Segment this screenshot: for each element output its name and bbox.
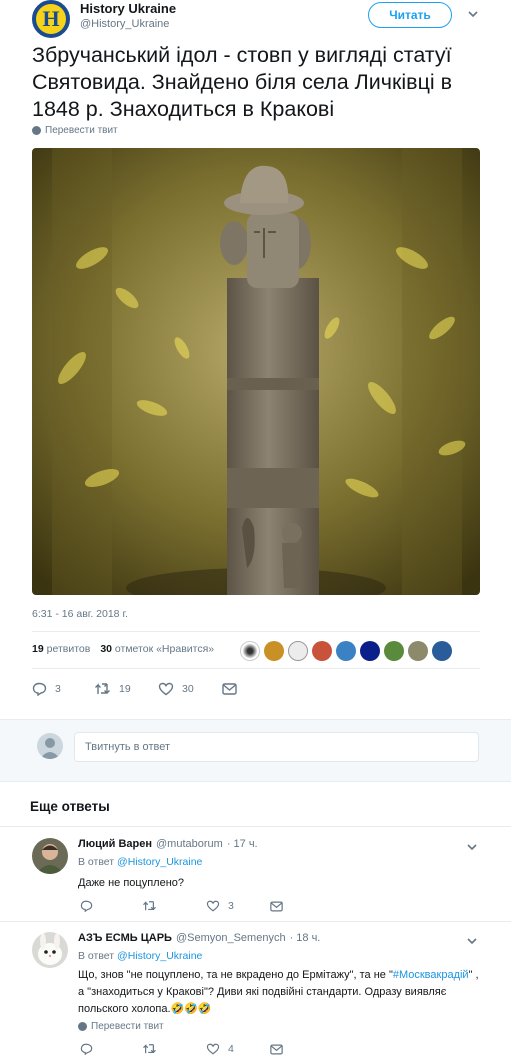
reply-avatar[interactable] [32, 932, 68, 968]
in-reply-to-handle[interactable]: @History_Ukraine [117, 856, 202, 868]
author-handle[interactable]: @History_Ukraine [80, 18, 169, 30]
reply-actions: 4 [80, 1043, 283, 1055]
liker-avatar[interactable] [288, 641, 308, 661]
reply-icon [80, 900, 93, 912]
chevron-down-icon[interactable] [465, 840, 479, 854]
liker-avatar[interactable] [432, 641, 452, 661]
heart-icon [206, 1043, 220, 1055]
liker-avatar[interactable] [240, 641, 260, 661]
liker-avatar[interactable] [384, 641, 404, 661]
translate-tweet-link[interactable]: Перевести твит [32, 125, 118, 136]
reply-header: Люций Варен @mutaborum · 17 ч. [78, 838, 258, 850]
chevron-down-icon[interactable] [466, 7, 480, 21]
reply-header: АЗЪ ЕСМЬ ЦАРЬ @Semyon_Semenych · 18 ч. [78, 932, 320, 944]
history-ukraine-logo: H [36, 4, 66, 34]
reply-icon [32, 682, 47, 696]
reply-avatar[interactable] [32, 838, 68, 874]
retweet-icon [94, 682, 111, 696]
reply-author-name[interactable]: АЗЪ ЕСМЬ ЦАРЬ [78, 932, 172, 944]
tweet-photo[interactable] [32, 148, 480, 595]
like-action[interactable]: 30 [158, 682, 222, 696]
heart-icon [206, 900, 220, 912]
tweet-stats: 19 ретвитов 30 отметок «Нравится» [32, 643, 214, 655]
mail-icon [270, 901, 283, 912]
like-action[interactable]: 4 [206, 1043, 270, 1055]
reply-text: Що, знов "не поцуплено, та не вкрадено д… [78, 969, 479, 1015]
reply-action[interactable] [80, 1043, 142, 1055]
author-avatar[interactable]: H [32, 0, 70, 38]
reply-action[interactable] [80, 900, 142, 912]
divider [32, 668, 480, 669]
tweet-actions: 3 19 30 [32, 682, 237, 696]
mail-icon [270, 1044, 283, 1055]
follow-button[interactable]: Читать [368, 2, 452, 28]
globe-icon [32, 126, 41, 135]
likers-avatars [240, 641, 452, 661]
reply-actions: 3 [80, 900, 283, 912]
liker-avatar[interactable] [312, 641, 332, 661]
chevron-down-icon[interactable] [465, 934, 479, 948]
reply-icon [80, 1043, 93, 1055]
retweet-action[interactable]: 19 [94, 682, 158, 696]
more-replies-title: Еще ответы [30, 799, 110, 814]
direct-message-action[interactable] [270, 1044, 283, 1055]
liker-avatar[interactable] [408, 641, 428, 661]
liker-avatar[interactable] [336, 641, 356, 661]
user-avatar [37, 733, 63, 759]
divider [32, 631, 480, 632]
reply-action[interactable]: 3 [32, 682, 94, 696]
mail-icon [222, 683, 237, 695]
tweet-timestamp[interactable]: 6:31 - 16 авг. 2018 г. [32, 608, 128, 620]
globe-icon [78, 1022, 87, 1031]
direct-message-action[interactable] [222, 683, 237, 695]
retweet-action[interactable] [142, 900, 206, 912]
retweet-icon [142, 1043, 157, 1055]
retweet-icon [142, 900, 157, 912]
reply-time[interactable]: · 18 ч. [290, 932, 321, 944]
hashtag-link[interactable]: #Москвакрадій [393, 969, 469, 981]
direct-message-action[interactable] [270, 901, 283, 912]
reply-input[interactable]: Твитнуть в ответ [74, 732, 479, 762]
reply-author-handle[interactable]: @mutaborum [156, 838, 223, 850]
translate-label: Перевести твит [45, 125, 118, 136]
retweet-action[interactable] [142, 1043, 206, 1055]
in-reply-to: В ответ @History_Ukraine [78, 950, 203, 962]
reply-text: Даже не поцуплено? [78, 877, 185, 889]
divider [0, 826, 511, 827]
like-action[interactable]: 3 [206, 900, 270, 912]
likes-stat[interactable]: 30 отметок «Нравится» [100, 643, 214, 655]
reply-author-name[interactable]: Люций Варен [78, 838, 152, 850]
divider [0, 921, 511, 922]
retweets-stat[interactable]: 19 ретвитов [32, 643, 90, 655]
reply-time[interactable]: · 17 ч. [227, 838, 258, 850]
reply-author-handle[interactable]: @Semyon_Semenych [176, 932, 286, 944]
in-reply-to-handle[interactable]: @History_Ukraine [117, 950, 202, 962]
tweet-text: Збручанський ідол - стовп у вигляді стат… [32, 43, 453, 121]
translate-tweet-link[interactable]: Перевести твит [78, 1021, 164, 1032]
author-name[interactable]: History Ukraine [80, 1, 176, 16]
heart-icon [158, 682, 174, 696]
in-reply-to: В ответ @History_Ukraine [78, 856, 203, 868]
liker-avatar[interactable] [360, 641, 380, 661]
liker-avatar[interactable] [264, 641, 284, 661]
